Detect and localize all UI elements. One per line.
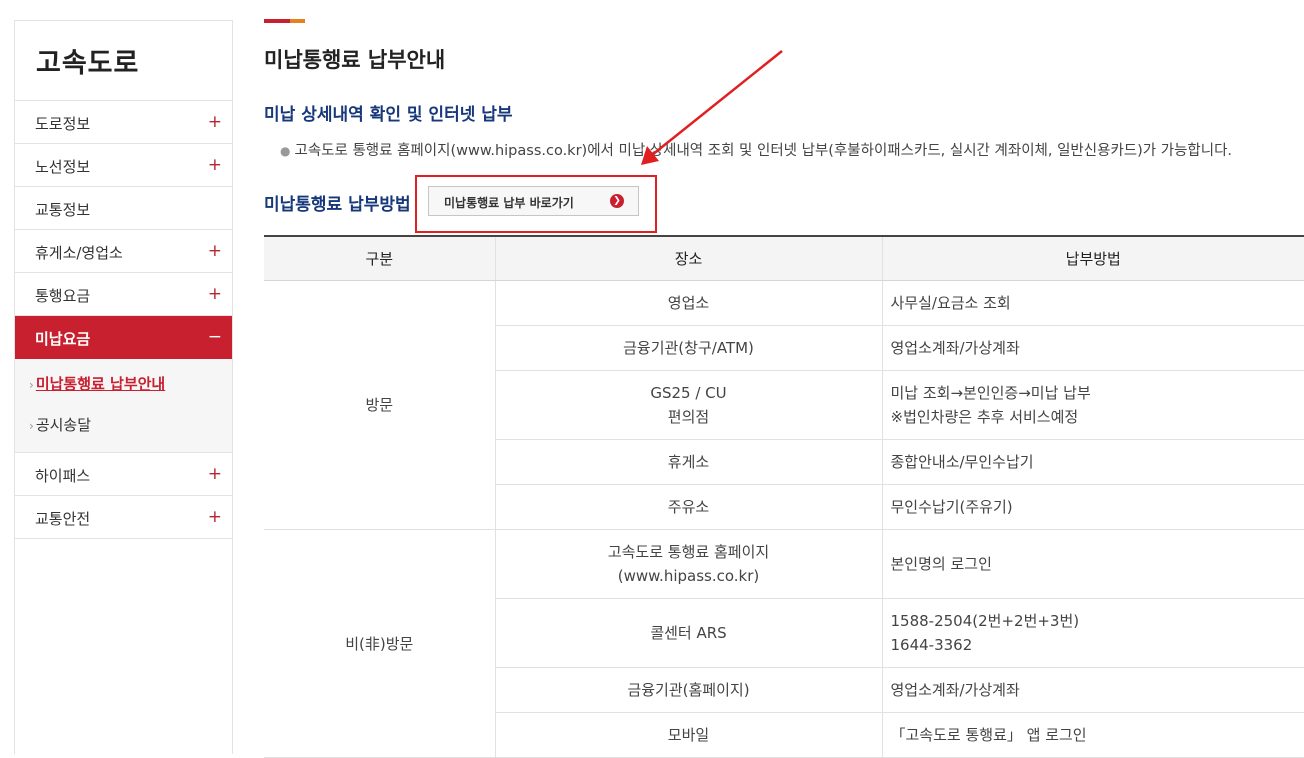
minus-icon[interactable]: −	[208, 327, 222, 347]
sidebar: 고속도로 도로정보 + 노선정보 + 교통정보 휴게소/영업소 + 통행요금 +…	[14, 20, 233, 754]
plus-icon[interactable]: +	[208, 507, 222, 527]
sidebar-item-toll-fee[interactable]: 통행요금 +	[15, 273, 232, 316]
method-cell: 1588-2504(2번+2번+3번) 1644-3362	[881, 598, 1304, 668]
sidebar-item-label: 교통정보	[35, 201, 91, 219]
sidebar-item-label: 휴게소/영업소	[35, 244, 123, 262]
sidebar-item-label: 미납요금	[35, 330, 91, 348]
section-description: ● 고속도로 통행료 홈페이지(www.hipass.co.kr)에서 미납 상세…	[280, 139, 1232, 160]
method-cell: 본인명의 로그인	[881, 529, 1304, 599]
payment-methods-table: 구분 장소 납부방법 방문 영업소 사무실/요금소 조회 금융기관(창구/ATM…	[264, 235, 1304, 758]
sidebar-item-route-info[interactable]: 노선정보 +	[15, 144, 232, 187]
place-cell: 주유소	[494, 484, 882, 530]
title-accent-bar	[264, 19, 305, 23]
sidebar-title: 고속도로	[15, 20, 232, 101]
place-cell: 금융기관(홈페이지)	[494, 667, 882, 713]
submenu-item-unpaid-payment-guide[interactable]: › 미납통행료 납부안내	[29, 367, 232, 408]
column-header: 납부방법	[881, 235, 1304, 281]
sidebar-item-label: 통행요금	[35, 287, 91, 305]
chevron-right-icon: ›	[29, 378, 34, 392]
sidebar-item-unpaid-fee[interactable]: 미납요금 −	[15, 316, 232, 359]
sidebar-item-traffic-info[interactable]: 교통정보	[15, 187, 232, 230]
plus-icon[interactable]: +	[208, 284, 222, 304]
plus-icon[interactable]: +	[208, 155, 222, 175]
sidebar-item-label: 하이패스	[35, 467, 91, 485]
sidebar-item-hipass[interactable]: 하이패스 +	[15, 453, 232, 496]
place-cell: GS25 / CU 편의점	[494, 370, 882, 440]
method-cell: 종합안내소/무인수납기	[881, 439, 1304, 485]
sidebar-item-rest-area[interactable]: 휴게소/영업소 +	[15, 230, 232, 273]
sidebar-item-label: 교통안전	[35, 510, 91, 528]
section-title-payment-methods: 미납통행료 납부방법	[264, 195, 411, 215]
sidebar-item-road-info[interactable]: 도로정보 +	[15, 101, 232, 144]
highlight-box	[415, 175, 657, 233]
column-header: 장소	[494, 235, 882, 281]
column-header: 구분	[264, 235, 495, 281]
sidebar-item-label: 도로정보	[35, 115, 91, 133]
description-text: 고속도로 통행료 홈페이지(www.hipass.co.kr)에서 미납 상세내…	[294, 143, 1233, 159]
submenu-item-label: 미납통행료 납부안내	[35, 375, 166, 393]
place-cell: 휴게소	[494, 439, 882, 485]
method-cell: 사무실/요금소 조회	[881, 280, 1304, 326]
sidebar-submenu: › 미납통행료 납부안내 › 공시송달	[15, 359, 232, 453]
plus-icon[interactable]: +	[208, 241, 222, 261]
bullet-icon: ●	[280, 144, 291, 158]
group-cell: 방문	[264, 280, 495, 530]
table-row: 방문 영업소 사무실/요금소 조회	[264, 280, 1304, 530]
plus-icon[interactable]: +	[208, 112, 222, 132]
method-cell: 미납 조회→본인인증→미납 납부 ※법인차량은 추후 서비스예정	[881, 370, 1304, 440]
place-cell: 금융기관(창구/ATM)	[494, 325, 882, 371]
method-cell: 무인수납기(주유기)	[881, 484, 1304, 530]
method-cell: 영업소계좌/가상계좌	[881, 667, 1304, 713]
submenu-item-public-notice[interactable]: › 공시송달	[29, 408, 232, 449]
submenu-item-label: 공시송달	[35, 416, 92, 434]
page-title: 미납통행료 납부안내	[264, 48, 446, 72]
sidebar-item-label: 노선정보	[35, 158, 91, 176]
method-cell: 「고속도로 통행료」 앱 로그인	[881, 712, 1304, 758]
place-cell: 콜센터 ARS	[494, 598, 882, 668]
place-cell: 모바일	[494, 712, 882, 758]
table-row: 비(非)방문 고속도로 통행료 홈페이지 (www.hipass.co.kr) 본…	[264, 529, 1304, 758]
group-cell: 비(非)방문	[264, 529, 495, 758]
sidebar-item-traffic-safety[interactable]: 교통안전 +	[15, 496, 232, 539]
plus-icon[interactable]: +	[208, 464, 222, 484]
place-cell: 고속도로 통행료 홈페이지 (www.hipass.co.kr)	[494, 529, 882, 599]
section-title-details: 미납 상세내역 확인 및 인터넷 납부	[264, 105, 513, 125]
place-cell: 영업소	[494, 280, 882, 326]
chevron-right-icon: ›	[29, 419, 34, 433]
method-cell: 영업소계좌/가상계좌	[881, 325, 1304, 371]
